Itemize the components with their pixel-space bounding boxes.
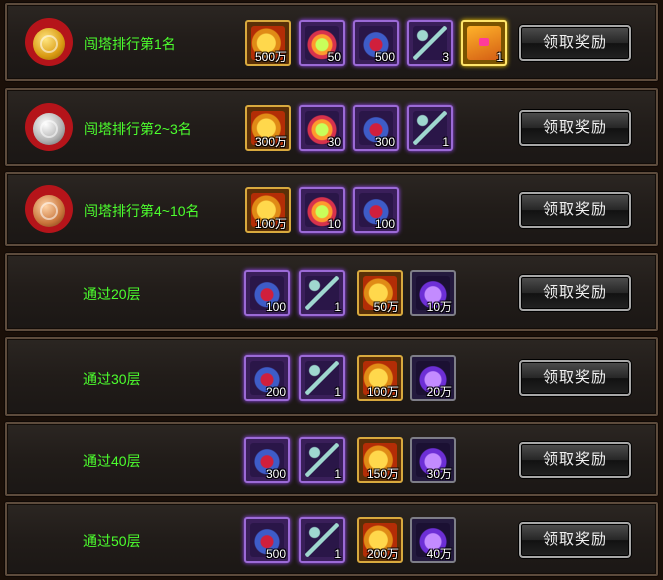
reward-list: 闯塔排行第1名 500万 50 500 3 1 领取奖励 闯塔排行第2~3名 300万 30 300… [0,0,663,580]
reward-item[interactable]: 10万 [410,270,456,316]
reward-item[interactable]: 500 [244,517,290,563]
reward-item[interactable]: 1 [299,355,345,401]
claim-reward-button[interactable]: 领取奖励 [519,360,631,396]
reward-row: 通过40层 300 1 150万 30万 领取奖励 [5,422,658,496]
row-title: 闯塔排行第2~3名 [84,121,192,137]
reward-quantity: 1 [496,50,503,64]
row-title: 通过50层 [83,533,141,549]
row-title: 通过40层 [83,453,141,469]
reward-item[interactable]: 10 [299,187,345,233]
row-title: 闯塔排行第1名 [84,36,176,52]
reward-quantity: 40万 [426,547,452,561]
reward-quantity: 10万 [426,300,452,314]
reward-quantity: 150万 [366,467,399,481]
reward-quantity: 100 [265,300,286,314]
reward-item[interactable]: 30 [299,105,345,151]
reward-item[interactable]: 50 [299,20,345,66]
reward-item[interactable]: 1 [299,437,345,483]
reward-item[interactable]: 100万 [245,187,291,233]
reward-item[interactable]: 500 [353,20,399,66]
reward-quantity: 1 [334,547,341,561]
reward-quantity: 300万 [254,135,287,149]
reward-item[interactable]: 200 [244,355,290,401]
silver-medal-icon [25,103,73,151]
reward-quantity: 500 [374,50,395,64]
gold-medal-icon [25,18,73,66]
reward-item[interactable]: 100 [353,187,399,233]
claim-reward-button[interactable]: 领取奖励 [519,275,631,311]
bronze-medal-icon [25,185,73,233]
reward-quantity: 20万 [426,385,452,399]
reward-quantity: 50 [327,50,341,64]
claim-reward-button[interactable]: 领取奖励 [519,442,631,478]
reward-quantity: 200万 [366,547,399,561]
reward-item[interactable]: 100 [244,270,290,316]
reward-item[interactable]: 50万 [357,270,403,316]
reward-quantity: 50万 [373,300,399,314]
reward-row: 通过20层 100 1 50万 10万 领取奖励 [5,253,658,331]
reward-quantity: 100 [374,217,395,231]
reward-item[interactable]: 300 [353,105,399,151]
row-title: 通过30层 [83,371,141,387]
reward-quantity: 1 [442,135,449,149]
claim-reward-button[interactable]: 领取奖励 [519,192,631,228]
reward-quantity: 30 [327,135,341,149]
row-title: 通过20层 [83,286,141,302]
reward-quantity: 10 [327,217,341,231]
reward-quantity: 1 [334,385,341,399]
reward-item[interactable]: 30万 [410,437,456,483]
reward-quantity: 3 [442,50,449,64]
claim-reward-button[interactable]: 领取奖励 [519,25,631,61]
reward-quantity: 30万 [426,467,452,481]
reward-quantity: 100万 [366,385,399,399]
reward-item[interactable]: 500万 [245,20,291,66]
reward-quantity: 1 [334,300,341,314]
reward-row: 闯塔排行第2~3名 300万 30 300 1 领取奖励 [5,88,658,166]
reward-quantity: 200 [265,385,286,399]
claim-reward-button[interactable]: 领取奖励 [519,110,631,146]
reward-item[interactable]: 300 [244,437,290,483]
reward-row: 闯塔排行第4~10名 100万 10 100 领取奖励 [5,172,658,246]
reward-quantity: 500 [265,547,286,561]
row-title: 闯塔排行第4~10名 [84,203,200,219]
reward-quantity: 500万 [254,50,287,64]
reward-item[interactable]: 1 [299,270,345,316]
reward-quantity: 100万 [254,217,287,231]
reward-item[interactable]: 100万 [357,355,403,401]
reward-quantity: 300 [265,467,286,481]
reward-item[interactable]: 150万 [357,437,403,483]
reward-item[interactable]: 300万 [245,105,291,151]
reward-quantity: 1 [334,467,341,481]
reward-row: 闯塔排行第1名 500万 50 500 3 1 领取奖励 [5,3,658,81]
reward-item[interactable]: 3 [407,20,453,66]
reward-item[interactable]: 1 [407,105,453,151]
reward-item[interactable]: 1 [299,517,345,563]
reward-item[interactable]: 20万 [410,355,456,401]
reward-row: 通过50层 500 1 200万 40万 领取奖励 [5,502,658,576]
reward-row: 通过30层 200 1 100万 20万 领取奖励 [5,337,658,416]
reward-item[interactable]: 200万 [357,517,403,563]
claim-reward-button[interactable]: 领取奖励 [519,522,631,558]
reward-item[interactable]: 1 [461,20,507,66]
reward-quantity: 300 [374,135,395,149]
reward-item[interactable]: 40万 [410,517,456,563]
